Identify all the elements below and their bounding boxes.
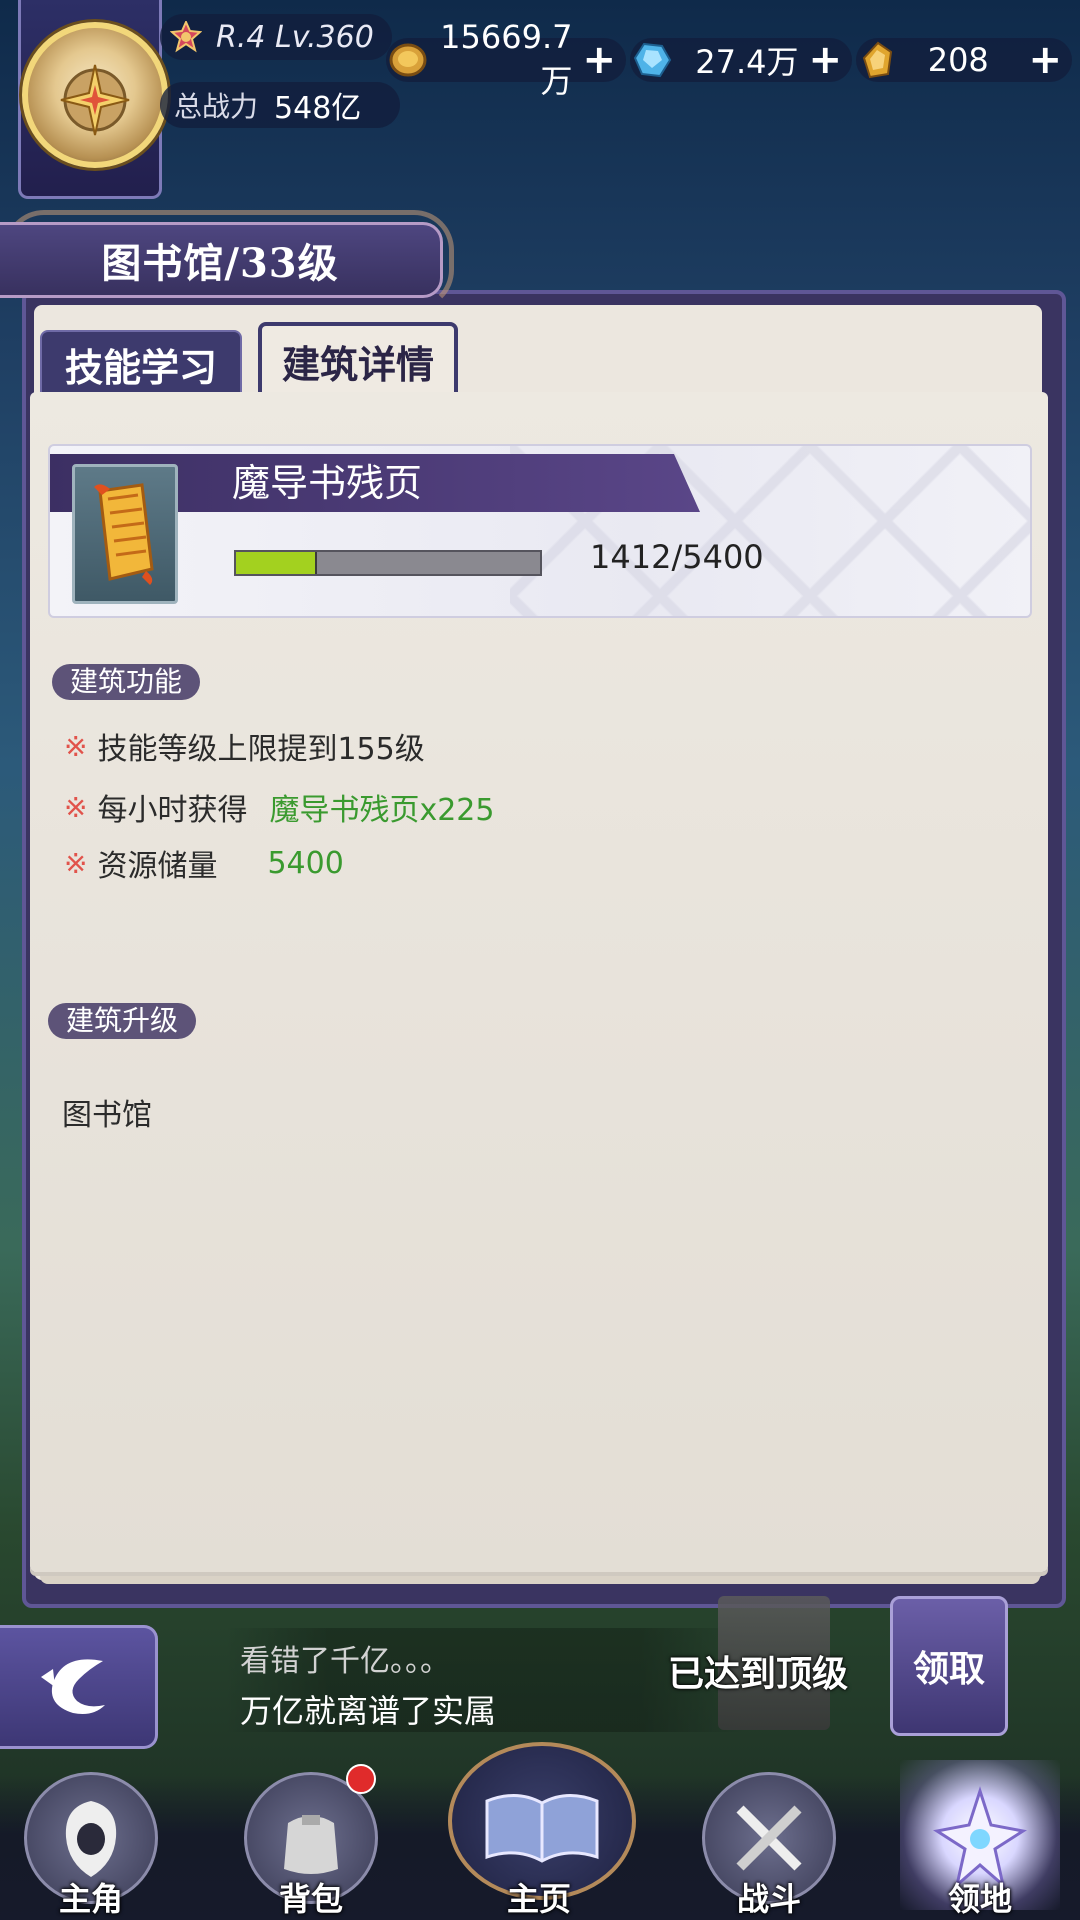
bullet-mark: ※ bbox=[64, 790, 88, 824]
player-level: R.4 Lv.360 bbox=[216, 19, 374, 55]
add-gold-button[interactable]: + bbox=[582, 37, 616, 83]
item-icon-frame[interactable] bbox=[72, 464, 178, 604]
back-button[interactable] bbox=[0, 1625, 158, 1749]
storage-progress-bar bbox=[234, 550, 542, 576]
function-row-value: 5400 bbox=[267, 845, 344, 881]
max-level-text: 已达到顶级 bbox=[668, 1653, 849, 1695]
function-row-label: 技能等级上限提到155级 bbox=[97, 732, 425, 767]
panel-title-ribbon: 图书馆/33级 bbox=[0, 222, 443, 298]
nav-home[interactable]: 主页 bbox=[464, 1772, 614, 1920]
claim-button[interactable]: 领取 bbox=[890, 1596, 1008, 1736]
nav-territory-label: 领地 bbox=[947, 1880, 1012, 1918]
storage-progress-text: 1412/5400 bbox=[590, 538, 764, 576]
nav-hero-label: 主角 bbox=[58, 1880, 123, 1918]
resource-gold: 15669.7万 + bbox=[386, 18, 626, 100]
item-name: 魔导书残页 bbox=[232, 461, 423, 505]
tab-skill-learning[interactable]: 技能学习 bbox=[40, 330, 242, 398]
function-row-value: 魔导书残页x225 bbox=[269, 793, 495, 828]
nav-bag-label: 背包 bbox=[278, 1880, 343, 1918]
resource-item-card: 魔导书残页 1412/5400 bbox=[48, 444, 1032, 618]
function-row-label: 每小时获得 bbox=[97, 793, 248, 828]
nav-home-label: 主页 bbox=[506, 1880, 571, 1918]
bag-notification-badge bbox=[346, 1764, 376, 1794]
scroll-icon bbox=[94, 483, 154, 585]
crystal-value: 27.4万 bbox=[695, 43, 799, 81]
rank-badge-icon bbox=[170, 21, 202, 53]
resource-crystal: 27.4万 + bbox=[630, 37, 852, 83]
panel-title: 图书馆/33级 bbox=[101, 240, 339, 287]
bullet-mark: ※ bbox=[64, 846, 88, 880]
player-avatar[interactable] bbox=[22, 22, 168, 168]
resource-gem: 208 + bbox=[856, 37, 1072, 83]
chat-message-2: 万亿就离谱了实属 bbox=[240, 1692, 497, 1730]
function-row-hourly: ※ 每小时获得 魔导书残页x225 bbox=[64, 785, 494, 829]
function-row-label: 资源储量 bbox=[97, 849, 218, 884]
storage-progress-fill bbox=[236, 552, 318, 574]
function-row-storage: ※ 资源储量 5400 bbox=[64, 841, 344, 885]
blue-crystal-icon bbox=[633, 42, 672, 78]
gold-value: 15669.7万 bbox=[440, 18, 573, 100]
nav-territory[interactable]: 领地 bbox=[905, 1772, 1055, 1920]
gold-coin-icon bbox=[389, 43, 427, 77]
chat-message-1: 看错了千亿。。。 bbox=[240, 1644, 450, 1679]
nav-battle[interactable]: 战斗 bbox=[694, 1772, 844, 1920]
power-value: 548亿 bbox=[274, 91, 362, 126]
nav-battle-label: 战斗 bbox=[736, 1880, 801, 1918]
power-label: 总战力 bbox=[174, 90, 259, 123]
upgrade-section-text: 图书馆 bbox=[62, 1098, 152, 1133]
bullet-mark: ※ bbox=[64, 729, 88, 763]
tab-building-details[interactable]: 建筑详情 bbox=[258, 322, 458, 396]
upgrade-section-title: 建筑升级 bbox=[48, 1003, 197, 1039]
compass-star-emblem-icon bbox=[60, 64, 130, 136]
nav-bag[interactable]: 背包 bbox=[236, 1772, 386, 1920]
gold-gem-icon bbox=[862, 41, 893, 79]
add-gem-button[interactable]: + bbox=[1028, 37, 1062, 83]
add-crystal-button[interactable]: + bbox=[808, 37, 842, 83]
gem-value: 208 bbox=[927, 41, 989, 79]
nav-hero[interactable]: 主角 bbox=[16, 1772, 166, 1920]
function-row-skill-cap: ※ 技能等级上限提到155级 bbox=[64, 724, 425, 768]
power-pill: 总战力 548亿 bbox=[160, 82, 400, 128]
level-pill: R.4 Lv.360 bbox=[160, 14, 392, 60]
function-section-title: 建筑功能 bbox=[52, 664, 201, 700]
swirl-back-icon bbox=[40, 1659, 105, 1714]
